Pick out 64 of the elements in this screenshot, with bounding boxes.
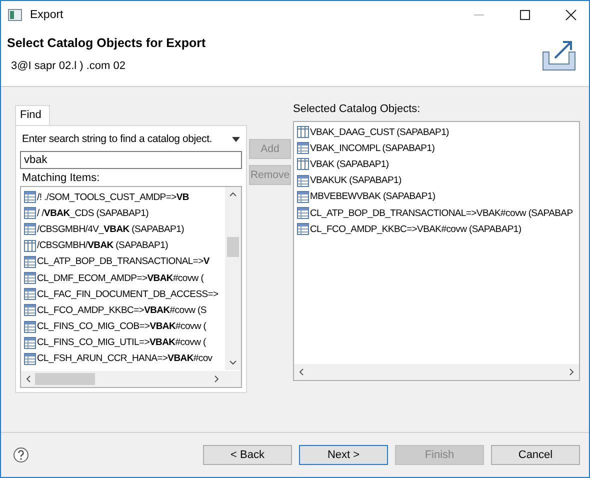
columns-icon bbox=[297, 158, 309, 170]
selected-object-item[interactable]: VBAK_DAAG_CUST (SAPABAP1) bbox=[310, 126, 449, 138]
table-icon bbox=[297, 174, 309, 187]
matching-item[interactable]: /CBSGMBH/VBAK (SAPABAP1) bbox=[37, 240, 168, 252]
selected-object-item[interactable]: VBAKUK (SAPABAP1) bbox=[310, 175, 402, 186]
table-icon bbox=[24, 207, 36, 220]
scroll-down-icon[interactable] bbox=[229, 360, 237, 365]
selected-object-item[interactable]: MBVEBEWVBAK (SAPABAP1) bbox=[310, 191, 436, 202]
page-title: Select Catalog Objects for Export bbox=[7, 36, 207, 50]
horizontal-scrollbar[interactable] bbox=[294, 364, 579, 380]
matching-item[interactable]: CL_FINS_CO_MIG_COB=>VBAK#covw ( bbox=[37, 321, 206, 332]
scroll-thumb[interactable] bbox=[35, 373, 95, 385]
search-field[interactable]: vbak bbox=[20, 151, 242, 169]
matching-items-label: Matching Items: bbox=[21, 172, 101, 184]
matching-item[interactable]: CL_FSH_ARUN_CCR_HANA=>VBAK#cov bbox=[37, 353, 212, 364]
matching-item[interactable]: CL_DMF_ECOM_AMDP=>VBAK#covw ( bbox=[37, 272, 204, 284]
table-icon bbox=[24, 191, 36, 204]
table-icon bbox=[24, 336, 36, 349]
connection-text: 3@I sapr 02.l ) .com 02 bbox=[10, 60, 126, 72]
scroll-right-icon[interactable] bbox=[569, 368, 574, 376]
vertical-scrollbar[interactable] bbox=[225, 187, 241, 370]
matching-item[interactable]: CL_ATP_BOP_DB_TRANSACTIONAL=>V bbox=[37, 256, 210, 268]
table-icon bbox=[24, 256, 36, 268]
matching-item[interactable]: CL_FCO_AMDP_KKBC=>VBAK#covw (S bbox=[37, 304, 206, 316]
table-icon bbox=[297, 142, 309, 154]
scroll-up-icon[interactable] bbox=[229, 192, 237, 197]
wizard-button[interactable]: Cancel bbox=[491, 445, 580, 465]
wizard-button[interactable]: Next > bbox=[299, 445, 388, 465]
table-icon bbox=[24, 223, 36, 236]
maximize-icon[interactable] bbox=[519, 8, 531, 20]
table-icon bbox=[297, 223, 309, 236]
table-icon bbox=[24, 352, 36, 365]
table-icon bbox=[24, 272, 36, 284]
columns-icon bbox=[24, 240, 36, 252]
matching-item[interactable]: / /VBAK_CDS (SAPABAP1) bbox=[37, 208, 148, 219]
selected-object-item[interactable]: VBAK_INCOMPL (SAPABAP1) bbox=[310, 142, 435, 154]
table-icon bbox=[24, 288, 36, 300]
search-label: Enter search string to find a catalog object. bbox=[22, 133, 212, 145]
columns-icon bbox=[297, 126, 309, 138]
horizontal-scrollbar[interactable] bbox=[21, 371, 241, 387]
scroll-thumb[interactable] bbox=[227, 237, 239, 257]
wizard-button[interactable]: < Back bbox=[203, 445, 292, 465]
window-title: Export bbox=[30, 8, 64, 20]
selected-objects-label: Selected Catalog Objects: bbox=[293, 103, 422, 115]
scroll-left-icon[interactable] bbox=[299, 368, 304, 376]
dropdown-icon[interactable] bbox=[232, 136, 240, 142]
find-tab[interactable]: Find bbox=[15, 105, 50, 125]
selected-object-item[interactable]: CL_ATP_BOP_DB_TRANSACTIONAL=>VBAK#covw (SAPABAP bbox=[310, 208, 573, 219]
close-icon[interactable] bbox=[565, 8, 577, 20]
scroll-right-icon[interactable] bbox=[214, 375, 219, 383]
matching-item[interactable]: /! ./SOM_TOOLS_CUST_AMDP=>VB bbox=[37, 192, 189, 203]
matching-item[interactable]: /CBSGMBH/4V_VBAK (SAPABAP1) bbox=[37, 224, 184, 235]
export-icon bbox=[541, 38, 577, 72]
table-icon bbox=[24, 320, 36, 333]
selected-object-item[interactable]: VBAK (SAPABAP1) bbox=[310, 158, 389, 170]
table-icon bbox=[24, 304, 36, 316]
window-icon bbox=[8, 8, 22, 20]
scroll-left-icon[interactable] bbox=[26, 375, 31, 383]
selected-object-item[interactable]: CL_FCO_AMDP_KKBC=>VBAK#covw (SAPABAP1) bbox=[310, 224, 522, 235]
help-icon[interactable] bbox=[13, 447, 29, 463]
table-icon bbox=[297, 207, 309, 220]
matching-item[interactable]: CL_FINS_CO_MIG_UTIL=>VBAK#covw ( bbox=[37, 337, 206, 348]
matching-item[interactable]: CL_FAC_FIN_DOCUMENT_DB_ACCESS=> bbox=[37, 288, 218, 300]
table-icon bbox=[297, 190, 309, 203]
